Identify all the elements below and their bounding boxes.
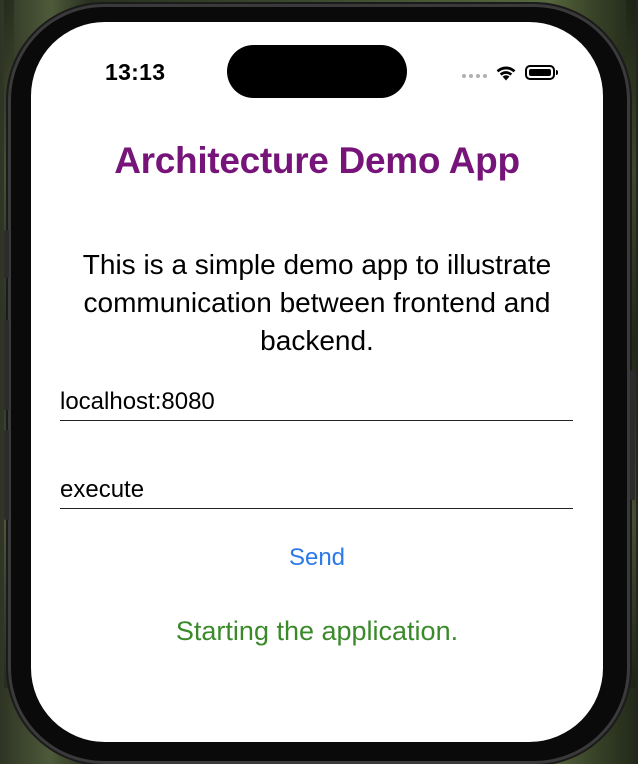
- status-time: 13:13: [105, 59, 166, 85]
- wifi-icon: [496, 66, 516, 81]
- status-bar: 13:13: [31, 22, 603, 112]
- side-button: [630, 370, 635, 500]
- battery-icon: [525, 65, 558, 80]
- app-description: This is a simple demo app to illustrate …: [82, 249, 552, 356]
- signal-dots-icon: [462, 73, 487, 78]
- status-icons: [462, 64, 558, 81]
- send-button[interactable]: Send: [31, 544, 603, 572]
- side-button: [4, 230, 9, 278]
- command-field[interactable]: execute: [60, 474, 573, 509]
- side-button: [4, 320, 9, 410]
- app-title: Architecture Demo App: [114, 140, 520, 181]
- app-screen: 13:13 Architecture Demo App This is a si…: [31, 22, 603, 742]
- host-field-value: localhost:8080: [60, 388, 215, 415]
- host-field[interactable]: localhost:8080: [60, 386, 573, 421]
- dynamic-island: [227, 45, 407, 98]
- status-message: Starting the application.: [175, 616, 459, 646]
- command-field-value: execute: [60, 476, 145, 503]
- side-button: [4, 430, 9, 520]
